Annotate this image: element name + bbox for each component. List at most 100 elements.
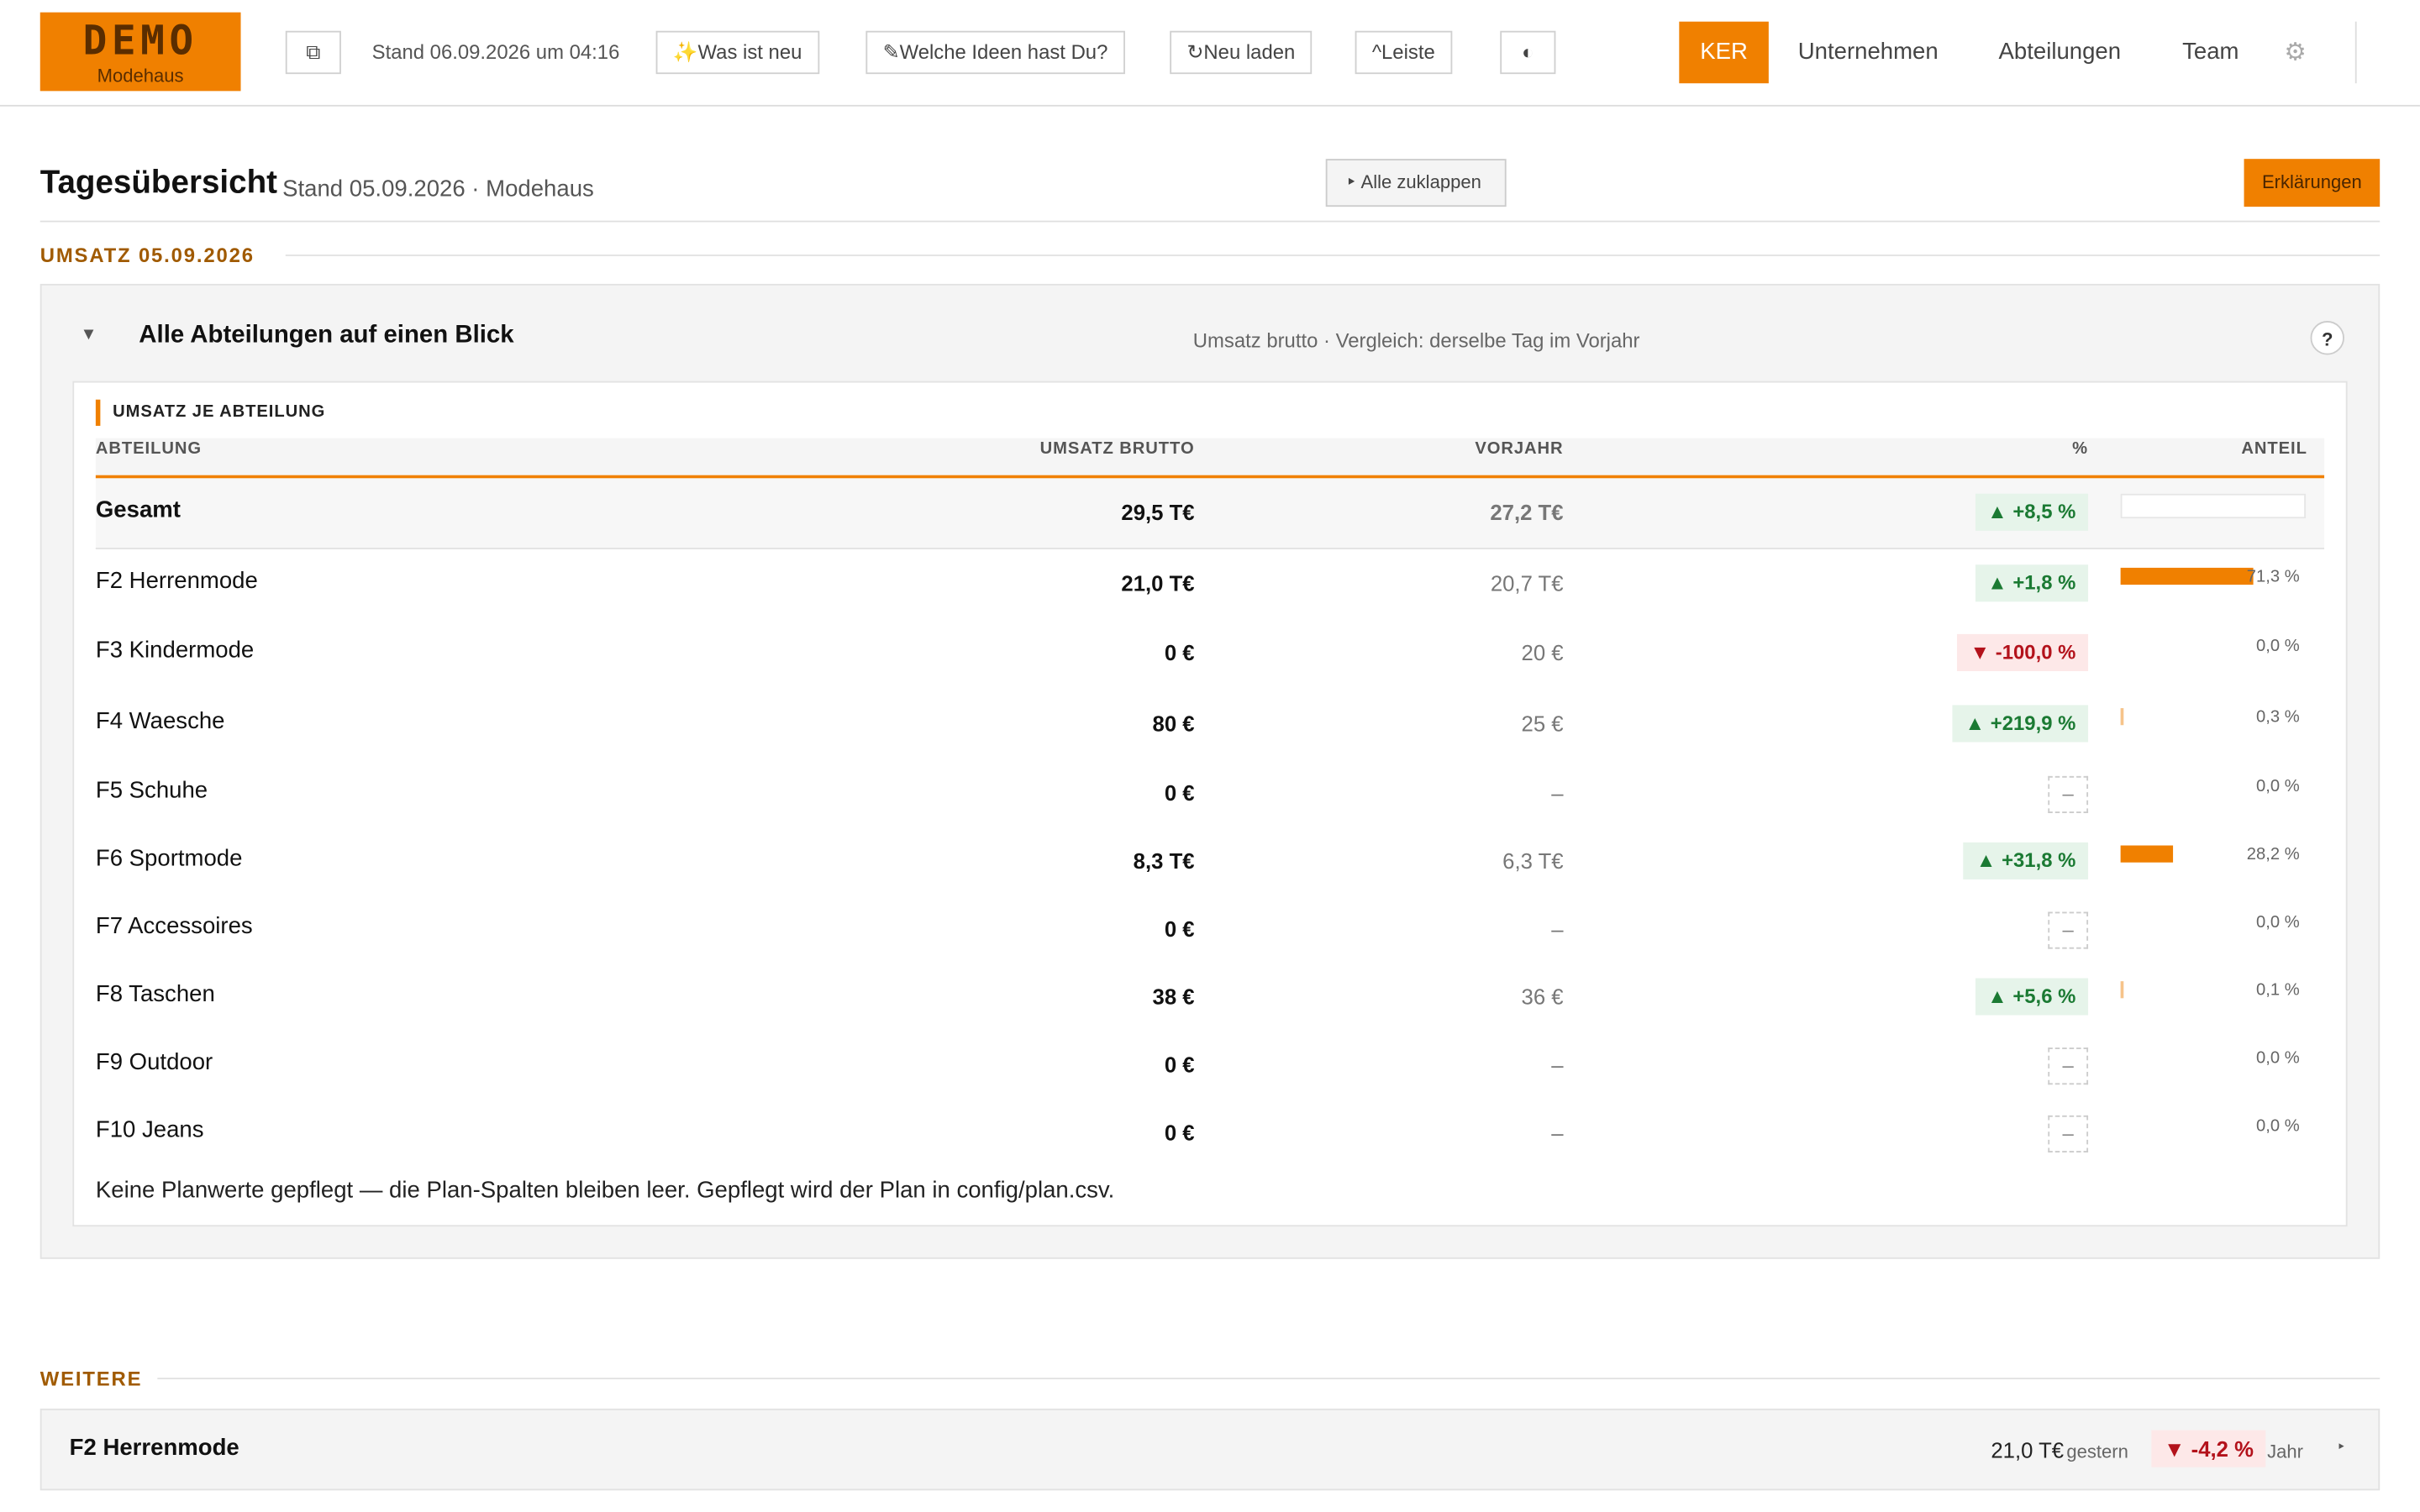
- page-subtitle: Stand 05.09.2026 · Modehaus: [282, 176, 594, 202]
- share-value: 0,0 %: [2255, 1116, 2300, 1136]
- nav-item-unternehmen[interactable]: Unternehmen: [1798, 39, 1939, 65]
- gear-icon[interactable]: ⚙: [2284, 37, 2306, 68]
- change-badge: –: [2048, 911, 2089, 949]
- share-value: 28,2 %: [2246, 845, 2300, 864]
- prior-year-value: –: [1551, 1052, 1564, 1078]
- revenue-value: 80 €: [1152, 711, 1195, 737]
- change-badge: –: [2048, 775, 2089, 813]
- department-name: F9 Outdoor: [95, 1048, 213, 1076]
- department-card-value: 21,0 T€: [1991, 1437, 2065, 1463]
- prior-year-value: –: [1551, 1120, 1564, 1145]
- prior-year-value: 27,2 T€: [1490, 500, 1564, 525]
- department-name: F6 Sportmode: [95, 845, 243, 872]
- share-value: 0,0 %: [2255, 637, 2300, 656]
- table-row[interactable]: F10 Jeans 0 € – – 0,0 %: [96, 1099, 2324, 1163]
- department-name: F3 Kindermode: [95, 637, 255, 664]
- department-card-pct-note: Jahr: [2267, 1441, 2303, 1463]
- ideas-button[interactable]: ✎Welche Ideen hast Du?: [865, 30, 1125, 75]
- share-value: 71,3 %: [2246, 567, 2300, 586]
- contrast-icon[interactable]: ◐: [1500, 30, 1556, 75]
- department-name: F2 Herrenmode: [95, 567, 258, 595]
- title-divider: [39, 220, 2381, 223]
- logo-subtitle: Modehaus: [97, 65, 184, 87]
- department-name: F10 Jeans: [95, 1116, 204, 1143]
- department-name: F4 Waesche: [95, 708, 225, 735]
- column-header-umsatz: UMSATZ BRUTTO: [1039, 439, 1195, 459]
- change-badge: ▲ +5,6 %: [1975, 978, 2089, 1016]
- department-card-pct: ▼ -4,2 %: [2151, 1430, 2266, 1467]
- column-header-vorjahr: VORJAHR: [1475, 439, 1564, 459]
- nav-item-abteilungen[interactable]: Abteilungen: [1999, 39, 2122, 65]
- revenue-value: 29,5 T€: [1121, 500, 1195, 525]
- revenue-value: 0 €: [1164, 640, 1195, 665]
- table-row[interactable]: F8 Taschen 38 € 36 € ▲ +5,6 % 0,1 %: [96, 963, 2324, 1031]
- logo-title: DEMO: [82, 18, 198, 66]
- column-header-anteil: ANTEIL: [2241, 439, 2307, 459]
- section-label-umsatz: UMSATZ 05.09.2026: [39, 244, 255, 267]
- whats-new-button[interactable]: ✨Was ist neu: [655, 30, 819, 75]
- collapse-caret-icon[interactable]: ▼: [81, 326, 97, 344]
- stand-timestamp: Stand 06.09.2026 um 04:16: [371, 39, 620, 64]
- toolbar-toggle-button[interactable]: ^Leiste: [1355, 30, 1452, 75]
- table-row[interactable]: F7 Accessoires 0 € – – 0,0 %: [96, 895, 2324, 963]
- table-row[interactable]: F4 Waesche 80 € 25 € ▲ +219,9 % 0,3 %: [96, 690, 2324, 758]
- panel-subtitle: Umsatz brutto · Vergleich: derselbe Tag …: [1192, 328, 1640, 352]
- table-row[interactable]: F3 Kindermode 0 € 20 € ▼ -100,0 % 0,0 %: [96, 619, 2324, 687]
- share-value: 0,0 %: [2255, 913, 2300, 932]
- change-badge: ▲ +1,8 %: [1975, 564, 2089, 602]
- expand-caret-icon[interactable]: ‣: [2337, 1440, 2346, 1457]
- prior-year-value: 20,7 T€: [1490, 570, 1564, 596]
- department-name: Gesamt: [95, 496, 181, 523]
- prior-year-value: 6,3 T€: [1502, 848, 1564, 874]
- change-badge: ▲ +8,5 %: [1975, 493, 2089, 531]
- share-value: 0,3 %: [2255, 708, 2300, 727]
- share-bar: [2120, 981, 2123, 999]
- table-header: [95, 438, 2325, 479]
- revenue-value: 8,3 T€: [1133, 848, 1195, 874]
- plan-note: Keine Planwerte gepflegt — die Plan-Spal…: [95, 1177, 1115, 1204]
- section-divider: [157, 1378, 2381, 1380]
- nav-item-ker[interactable]: KER: [1679, 21, 1769, 84]
- table-label: UMSATZ JE ABTEILUNG: [95, 399, 325, 426]
- prior-year-value: 36 €: [1521, 984, 1564, 1010]
- share-value: 0,1 %: [2255, 981, 2300, 1000]
- logo[interactable]: DEMO Modehaus: [39, 12, 241, 92]
- revenue-value: 0 €: [1164, 916, 1195, 942]
- change-badge: ▼ -100,0 %: [1957, 633, 2089, 671]
- nav-item-team[interactable]: Team: [2182, 39, 2238, 65]
- prior-year-value: 20 €: [1521, 640, 1564, 665]
- top-bar: DEMO Modehaus ⧉ Stand 06.09.2026 um 04:1…: [0, 0, 2420, 107]
- table-row[interactable]: F6 Sportmode 8,3 T€ 6,3 T€ ▲ +31,8 % 28,2 %: [96, 827, 2324, 895]
- change-badge: –: [2048, 1047, 2089, 1085]
- revenue-value: 0 €: [1164, 1120, 1195, 1145]
- share-bar-track: [2120, 493, 2307, 519]
- department-name: F5 Schuhe: [95, 777, 208, 804]
- table-row[interactable]: F5 Schuhe 0 € – – 0,0 %: [96, 759, 2324, 827]
- reload-button[interactable]: ↻Neu laden: [1170, 30, 1313, 75]
- panel-title[interactable]: Alle Abteilungen auf einen Blick: [139, 323, 513, 350]
- column-header-abteilung: ABTEILUNG: [95, 439, 203, 459]
- share-bar: [2120, 845, 2173, 863]
- share-value: 0,0 %: [2255, 1048, 2300, 1068]
- page-title: Tagesübersicht: [39, 165, 277, 201]
- prior-year-value: 25 €: [1521, 711, 1564, 737]
- revenue-value: 21,0 T€: [1121, 570, 1195, 596]
- collapse-all-button[interactable]: ‣ Alle zuklappen: [1325, 159, 1507, 207]
- table-row-total[interactable]: Gesamt 29,5 T€ 27,2 T€ ▲ +8,5 %: [95, 478, 2325, 549]
- revenue-value: 0 €: [1164, 780, 1195, 806]
- table-row[interactable]: F2 Herrenmode 21,0 T€ 20,7 T€ ▲ +1,8 % 71,3 …: [96, 549, 2324, 617]
- change-badge: –: [2048, 1115, 2089, 1153]
- department-card-title[interactable]: F2 Herrenmode: [70, 1435, 239, 1461]
- revenue-value: 0 €: [1164, 1052, 1195, 1078]
- copy-icon[interactable]: ⧉: [285, 30, 341, 75]
- share-value: 0,0 %: [2255, 777, 2300, 796]
- table-row[interactable]: F9 Outdoor 0 € – – 0,0 %: [96, 1031, 2324, 1099]
- header-divider: [2354, 21, 2357, 84]
- help-icon[interactable]: ?: [2310, 321, 2344, 355]
- section-divider: [285, 255, 2381, 256]
- explanations-button[interactable]: Erklärungen: [2244, 159, 2381, 207]
- change-badge: ▲ +31,8 %: [1964, 842, 2089, 879]
- department-name: F7 Accessoires: [95, 913, 253, 940]
- prior-year-value: –: [1551, 916, 1564, 942]
- revenue-value: 38 €: [1152, 984, 1195, 1010]
